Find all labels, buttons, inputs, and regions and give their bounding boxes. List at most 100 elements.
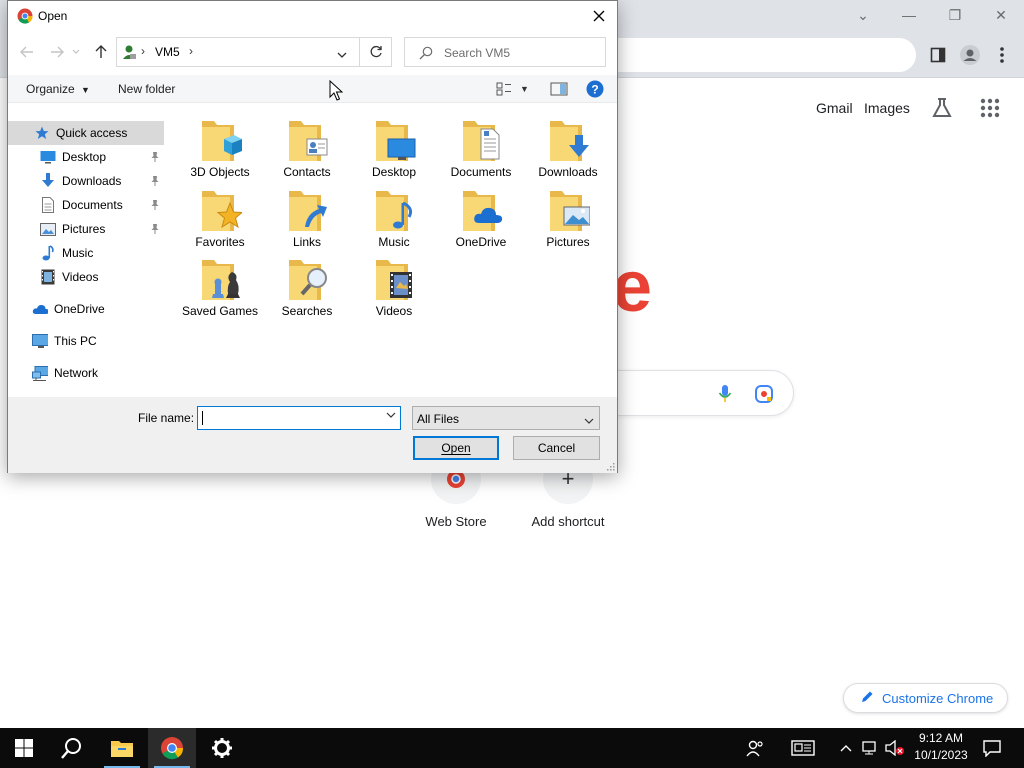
tab-search-icon[interactable]: ⌄ [840, 4, 886, 26]
resize-grip-icon[interactable] [605, 461, 615, 471]
dialog-close-button[interactable] [587, 5, 611, 27]
volume-muted-icon[interactable] [884, 728, 906, 768]
close-window-button[interactable]: ✕ [978, 4, 1024, 26]
breadcrumb-chevron-icon[interactable]: › [189, 44, 193, 58]
text-caret [202, 411, 203, 425]
folder-desktop-icon [372, 117, 416, 165]
system-clock[interactable]: 9:12 AM 10/1/2023 [906, 730, 976, 766]
chrome-app-icon [17, 8, 33, 27]
profile-avatar-icon[interactable] [958, 44, 982, 66]
new-folder-button[interactable]: New folder [118, 82, 175, 96]
pc-icon [32, 333, 48, 349]
nav-item-quick-access[interactable]: Quick access [8, 121, 164, 145]
folder-onedrive[interactable]: OneDrive [439, 187, 523, 250]
nav-item-downloads[interactable]: Downloads [8, 169, 164, 193]
folder-videos-icon [372, 256, 416, 304]
network-icon [32, 365, 48, 381]
open-button[interactable]: Open [413, 436, 499, 460]
file-name-dropdown-icon[interactable] [386, 411, 396, 422]
notifications-icon[interactable] [980, 728, 1004, 768]
news-widget-icon[interactable] [788, 728, 818, 768]
voice-search-icon[interactable] [718, 384, 732, 407]
taskbar: 9:12 AM 10/1/2023 [0, 728, 1024, 768]
user-folder-icon [121, 44, 137, 63]
breadcrumb-location[interactable]: VM5 [155, 45, 180, 59]
view-options-icon[interactable] [496, 82, 512, 99]
folder-label: Searches [281, 304, 333, 318]
folder-searches[interactable]: Searches [265, 256, 349, 319]
dialog-titlebar: Open [8, 1, 617, 32]
folder-3d-objects[interactable]: 3D Objects [178, 117, 262, 180]
folder-label: Music [378, 235, 410, 249]
folder-music-icon [372, 187, 416, 235]
address-bar[interactable]: › VM5 › [116, 37, 392, 67]
minimize-button[interactable]: — [886, 4, 932, 26]
help-icon[interactable]: ? [586, 80, 604, 101]
file-type-select[interactable]: All Files [412, 406, 600, 430]
nav-item-videos[interactable]: Videos [8, 265, 164, 289]
chrome-menu-icon[interactable] [990, 44, 1014, 66]
cancel-button-label: Cancel [537, 441, 576, 455]
nav-item-onedrive[interactable]: OneDrive [8, 297, 164, 321]
google-search-box[interactable] [600, 370, 794, 416]
folder-music[interactable]: Music [352, 187, 436, 250]
folder-documents[interactable]: Documents [439, 117, 523, 180]
refresh-icon[interactable] [369, 45, 383, 62]
google-logo-fragment: e [612, 247, 653, 327]
folder-label: Documents [450, 165, 512, 179]
taskbar-search-icon[interactable] [48, 728, 96, 768]
folder-favorites[interactable]: Favorites [178, 187, 262, 250]
organize-menu[interactable]: Organize ▼ [26, 82, 90, 96]
nav-item-documents[interactable]: Documents [8, 193, 164, 217]
restore-button[interactable]: ❐ [932, 4, 978, 26]
lens-search-icon[interactable] [754, 384, 774, 407]
folder-videos[interactable]: Videos [352, 256, 436, 319]
start-button[interactable] [0, 728, 48, 768]
pin-icon [150, 151, 160, 163]
tray-overflow-chevron-icon[interactable] [838, 728, 854, 768]
preview-pane-icon[interactable] [550, 82, 568, 99]
nav-item-music[interactable]: Music [8, 241, 164, 265]
nav-item-desktop[interactable]: Desktop [8, 145, 164, 169]
pin-icon [150, 175, 160, 187]
address-history-dropdown-icon[interactable] [337, 48, 347, 62]
google-apps-icon[interactable] [980, 98, 1000, 118]
add-shortcut-label: Add shortcut [531, 514, 605, 529]
folder-pictures-icon [546, 187, 591, 235]
view-dropdown-icon[interactable]: ▼ [520, 84, 529, 94]
labs-flask-icon[interactable] [930, 96, 954, 120]
pencil-icon [860, 690, 874, 707]
breadcrumb-chevron-icon[interactable]: › [141, 44, 145, 58]
folder-downloads[interactable]: Downloads [526, 117, 610, 180]
file-name-input[interactable] [197, 406, 401, 430]
cancel-button[interactable]: Cancel [513, 436, 600, 460]
organize-label: Organize [26, 82, 75, 96]
folder-desktop[interactable]: Desktop [352, 117, 436, 180]
folder-pictures[interactable]: Pictures [526, 187, 610, 250]
settings-taskbar-icon[interactable] [198, 728, 246, 768]
folder-links[interactable]: Links [265, 187, 349, 250]
side-panel-icon[interactable] [926, 44, 950, 66]
up-arrow-icon[interactable] [90, 41, 112, 63]
nav-item-pictures[interactable]: Pictures [8, 217, 164, 241]
search-field[interactable]: Search VM5 [404, 37, 606, 67]
music-icon [40, 245, 56, 261]
people-icon[interactable] [742, 728, 768, 768]
customize-chrome-label: Customize Chrome [882, 690, 994, 706]
network-status-icon[interactable] [860, 728, 880, 768]
file-explorer-taskbar-icon[interactable] [98, 728, 146, 768]
folder-saved-games[interactable]: Saved Games [178, 256, 262, 319]
images-link[interactable]: Images [864, 100, 910, 116]
document-icon [40, 197, 56, 213]
nav-item-label: This PC [54, 334, 97, 348]
pin-icon [150, 199, 160, 211]
chrome-taskbar-icon[interactable] [148, 728, 196, 768]
folder-contacts[interactable]: Contacts [265, 117, 349, 180]
customize-chrome-button[interactable]: Customize Chrome [843, 683, 1008, 713]
nav-item-network[interactable]: Network [8, 361, 164, 385]
nav-item-this-pc[interactable]: This PC [8, 329, 164, 353]
back-arrow-icon[interactable] [16, 41, 38, 63]
forward-arrow-icon[interactable] [46, 41, 68, 63]
gmail-link[interactable]: Gmail [816, 100, 853, 116]
recent-locations-chevron-icon[interactable] [70, 41, 82, 63]
